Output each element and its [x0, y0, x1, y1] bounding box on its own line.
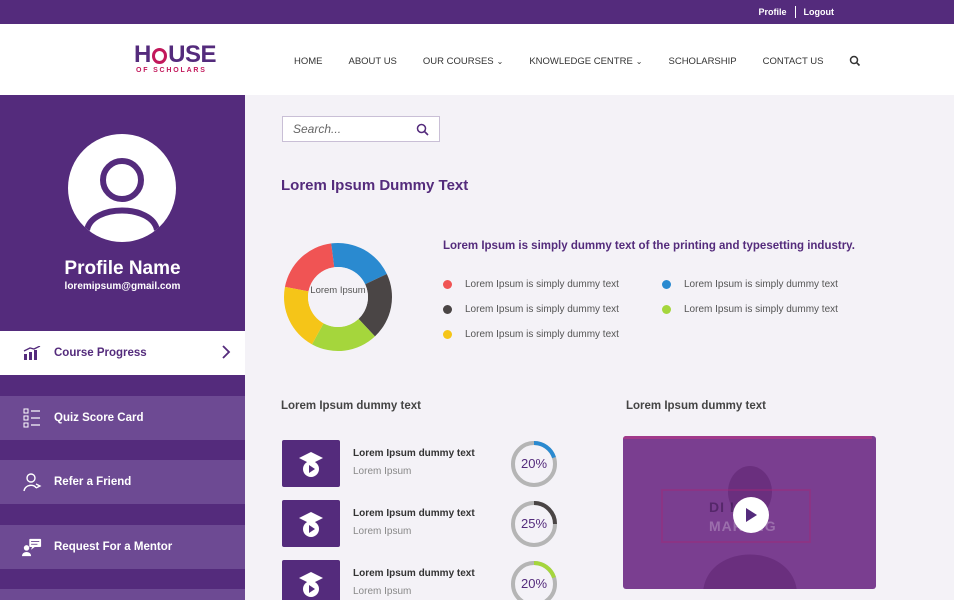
- course-item[interactable]: Lorem Ipsum dummy text Lorem Ipsum 20%: [282, 440, 572, 488]
- donut-hole: [308, 267, 368, 327]
- legend-dot: [443, 305, 452, 314]
- progress-percent: 20%: [520, 456, 548, 471]
- nav-home[interactable]: HOME: [294, 56, 323, 67]
- search-box: [282, 116, 440, 142]
- nav-label: KNOWLEDGE CENTRE: [529, 55, 633, 67]
- sidebar-item-request-mentor[interactable]: Request For a Mentor: [0, 525, 245, 569]
- page-title: Lorem Ipsum Dummy Text: [281, 177, 469, 194]
- logo-letters: USE: [168, 41, 216, 68]
- logo[interactable]: H USE OF SCHOLARS: [134, 41, 216, 76]
- legend-dot: [443, 330, 452, 339]
- sidebar-item-refer-a-friend[interactable]: Refer a Friend: [0, 460, 245, 504]
- divider: [794, 6, 796, 18]
- graduation-play-icon: [299, 571, 323, 597]
- site-header: H USE OF SCHOLARS HOME ABOUT US OUR COURS…: [0, 24, 954, 95]
- nav-label: CONTACT US: [762, 55, 824, 67]
- legend-item: Lorem Ipsum is simply dummy text: [443, 279, 619, 290]
- progress-percent: 20%: [520, 576, 548, 591]
- avatar[interactable]: [68, 134, 176, 242]
- donut-chart: [284, 243, 392, 351]
- legend-dot: [443, 280, 452, 289]
- user-plus-icon: [22, 472, 42, 492]
- nav-label: HOME: [294, 55, 323, 67]
- checklist-icon: [22, 408, 42, 428]
- chart-description: Lorem Ipsum is simply dummy text of the …: [443, 240, 855, 252]
- course-subtitle: Lorem Ipsum: [353, 466, 412, 477]
- nav-label: OUR COURSES: [422, 55, 494, 67]
- play-icon: [746, 508, 757, 522]
- legend-item: Lorem Ipsum is simply dummy text: [662, 304, 838, 315]
- legend-label: Lorem Ipsum is simply dummy text: [684, 304, 838, 315]
- chat-user-icon: [22, 537, 42, 557]
- bar-chart-icon: [22, 343, 42, 363]
- legend-label: Lorem Ipsum is simply dummy text: [465, 329, 619, 340]
- sidebar-item-label: Request For a Mentor: [54, 541, 173, 553]
- course-title: Lorem Ipsum dummy text: [353, 508, 475, 519]
- chevron-down-icon: ⌄: [635, 56, 643, 66]
- logo-subtitle: OF SCHOLARS: [136, 67, 207, 74]
- user-icon: [84, 158, 160, 232]
- video-player[interactable]: DI L MAR ING: [623, 436, 876, 589]
- courses-section-title: Lorem Ipsum dummy text: [281, 400, 421, 412]
- nav-knowledge-centre[interactable]: KNOWLEDGE CENTRE ⌄: [529, 56, 642, 67]
- nav-our-courses[interactable]: OUR COURSES ⌄: [423, 56, 503, 67]
- main-nav: HOME ABOUT US OUR COURSES ⌄ KNOWLEDGE CEN…: [294, 55, 861, 67]
- course-thumbnail: [282, 440, 340, 487]
- nav-label: ABOUT US: [348, 55, 397, 67]
- logo-letter-h: H: [134, 41, 151, 68]
- course-thumbnail: [282, 500, 340, 547]
- graduation-play-icon: [299, 511, 323, 537]
- logout-link[interactable]: Logout: [804, 7, 835, 17]
- search-icon[interactable]: [849, 55, 861, 67]
- course-subtitle: Lorem Ipsum: [353, 526, 412, 537]
- donut-center-label: Lorem Ipsum: [310, 285, 366, 296]
- course-thumbnail: [282, 560, 340, 600]
- legend-label: Lorem Ipsum is simply dummy text: [465, 279, 619, 290]
- course-item[interactable]: Lorem Ipsum dummy text Lorem Ipsum 25%: [282, 500, 572, 548]
- sidebar-item-partial[interactable]: [0, 589, 245, 600]
- nav-contact-us[interactable]: CONTACT US: [763, 56, 824, 67]
- course-item[interactable]: Lorem Ipsum dummy text Lorem Ipsum 20%: [282, 560, 572, 600]
- sidebar-item-quiz-score-card[interactable]: Quiz Score Card: [0, 396, 245, 440]
- progress-percent: 25%: [520, 516, 548, 531]
- legend-label: Lorem Ipsum is simply dummy text: [465, 304, 619, 315]
- search-input[interactable]: [293, 122, 411, 136]
- nav-scholarship[interactable]: SCHOLARSHIP: [669, 56, 737, 67]
- sidebar-item-label: Refer a Friend: [54, 476, 132, 488]
- play-button[interactable]: [733, 497, 769, 533]
- sidebar-item-label: Quiz Score Card: [54, 412, 144, 424]
- legend-item: Lorem Ipsum is simply dummy text: [443, 329, 619, 340]
- chevron-down-icon: ⌄: [496, 56, 504, 66]
- video-section-title: Lorem Ipsum dummy text: [626, 400, 766, 412]
- account-links: Profile Logout: [758, 6, 834, 18]
- legend-dot: [662, 305, 671, 314]
- nav-label: SCHOLARSHIP: [668, 55, 737, 67]
- graduation-cap-icon: [151, 48, 168, 64]
- graduation-play-icon: [299, 451, 323, 477]
- profile-name: Profile Name: [64, 258, 181, 279]
- course-subtitle: Lorem Ipsum: [353, 586, 412, 597]
- sidebar-item-label: Course Progress: [54, 347, 147, 359]
- sidebar-item-course-progress[interactable]: Course Progress: [0, 331, 245, 375]
- course-title: Lorem Ipsum dummy text: [353, 568, 475, 579]
- profile-email: loremipsum@gmail.com: [64, 281, 181, 292]
- video-top-edge: [623, 436, 872, 439]
- nav-about-us[interactable]: ABOUT US: [349, 56, 397, 67]
- legend-label: Lorem Ipsum is simply dummy text: [684, 279, 838, 290]
- logo-text: H USE: [134, 41, 216, 68]
- search-icon[interactable]: [416, 123, 429, 136]
- top-bar: Profile Logout: [0, 0, 954, 24]
- legend-dot: [662, 280, 671, 289]
- chevron-right-icon: [222, 345, 231, 359]
- course-title: Lorem Ipsum dummy text: [353, 448, 475, 459]
- legend-item: Lorem Ipsum is simply dummy text: [662, 279, 838, 290]
- legend-item: Lorem Ipsum is simply dummy text: [443, 304, 619, 315]
- profile-link[interactable]: Profile: [758, 7, 786, 17]
